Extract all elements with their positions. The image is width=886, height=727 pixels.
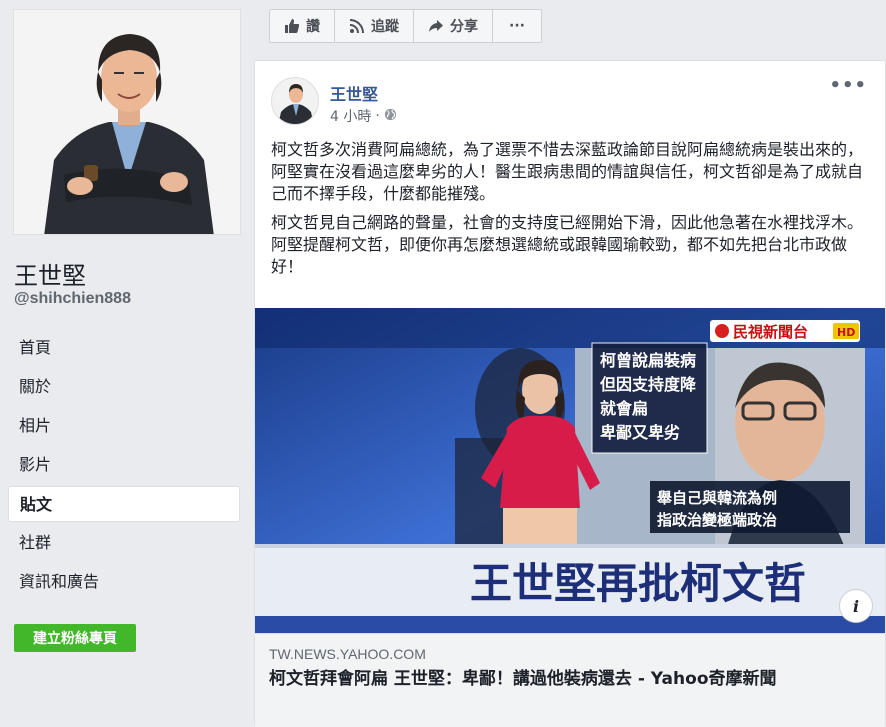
share-label: 分享	[450, 19, 478, 35]
author-avatar[interactable]	[271, 77, 319, 125]
nav-item-about[interactable]: 關於	[8, 369, 240, 405]
link-preview-image[interactable]: 民視新聞台 HD 柯曾說扁裝病 但因支持度降 就會扁 卑鄙又卑劣 舉自己與韓流為…	[255, 308, 885, 633]
news-screenshot-image: 民視新聞台 HD 柯曾說扁裝病 但因支持度降 就會扁 卑鄙又卑劣 舉自己與韓流為…	[255, 308, 885, 633]
caption-line: 就會扁	[600, 399, 648, 418]
thumbs-up-icon	[284, 18, 300, 34]
left-column: 王世堅 @shihchien888 首頁 關於 相片 影片 貼文 社群 資訊和廣…	[0, 0, 250, 727]
nav-item-videos[interactable]: 影片	[8, 447, 240, 483]
caption-line: 卑鄙又卑劣	[600, 423, 680, 442]
follow-label: 追蹤	[371, 19, 399, 35]
share-arrow-icon	[428, 18, 444, 34]
nav-item-home[interactable]: 首頁	[8, 330, 240, 366]
create-page-button[interactable]: 建立粉絲專頁	[14, 624, 136, 652]
more-dots-icon: ···	[509, 18, 525, 34]
post-options-button[interactable]: •••	[829, 75, 867, 96]
channel-logo-text: 民視新聞台	[733, 323, 808, 341]
post-meta: 4 小時 ·	[330, 106, 397, 126]
post-author-name[interactable]: 王世堅	[330, 81, 378, 105]
share-button[interactable]: 分享	[414, 10, 493, 42]
post-paragraph: 柯文哲見自己網路的聲量，社會的支持度已經開始下滑，因此他急著在水裡找浮木。阿堅提…	[271, 213, 864, 276]
avatar-image	[272, 78, 318, 124]
post-paragraph: 柯文哲多次消費阿扁總統，為了選票不惜去深藍政論節目說阿扁總統病是裝出來的，阿堅實…	[271, 140, 864, 203]
link-title[interactable]: 柯文哲拜會阿扁 王世堅：卑鄙！講過他裝病還去 - Yahoo奇摩新聞	[269, 668, 871, 691]
post-card: 王世堅 4 小時 · ••• 柯文哲多次消費阿扁總統，為了選票不惜去深藍政論節目…	[254, 60, 886, 727]
nav-item-info-ads[interactable]: 資訊和廣告	[8, 564, 240, 600]
nav-item-posts[interactable]: 貼文	[8, 486, 240, 522]
headline-text: 王世堅再批柯文哲	[470, 559, 806, 608]
info-button[interactable]: i	[839, 589, 873, 623]
follow-button[interactable]: 追蹤	[335, 10, 414, 42]
page-handle[interactable]: @shihchien888	[14, 290, 131, 308]
nav-item-community[interactable]: 社群	[8, 525, 240, 561]
like-button[interactable]: 讚	[270, 10, 335, 42]
post-timestamp[interactable]: 4 小時	[330, 106, 371, 126]
globe-icon[interactable]	[384, 108, 397, 125]
sub-caption-line: 指政治變極端政治	[657, 511, 777, 529]
caption-line: 但因支持度降	[600, 375, 697, 394]
more-options-button[interactable]: ···	[493, 10, 541, 42]
profile-photo-image	[14, 10, 240, 234]
caption-line: 柯曾說扁裝病	[600, 351, 696, 370]
link-domain: TW.NEWS.YAHOO.COM	[269, 646, 426, 662]
profile-picture[interactable]	[13, 9, 241, 235]
link-preview-meta[interactable]: TW.NEWS.YAHOO.COM 柯文哲拜會阿扁 王世堅：卑鄙！講過他裝病還去…	[255, 633, 885, 727]
sub-caption-line: 舉自己與韓流為例	[657, 489, 777, 507]
like-label: 讚	[306, 19, 320, 35]
page-title[interactable]: 王世堅	[14, 256, 86, 291]
rss-icon	[349, 18, 365, 34]
hd-badge: HD	[837, 326, 855, 339]
meta-separator: ·	[375, 108, 380, 124]
nav-item-photos[interactable]: 相片	[8, 408, 240, 444]
post-body: 柯文哲多次消費阿扁總統，為了選票不惜去深藍政論節目說阿扁總統病是裝出來的，阿堅實…	[271, 139, 871, 285]
page-nav: 首頁 關於 相片 影片 貼文 社群 資訊和廣告	[8, 330, 240, 603]
page-action-bar: 讚 追蹤 分享 ···	[269, 9, 542, 43]
